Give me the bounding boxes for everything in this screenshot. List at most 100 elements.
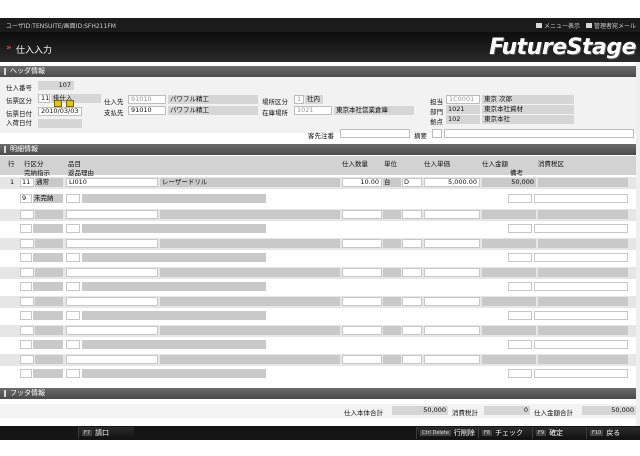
calendar-icon[interactable] xyxy=(54,100,62,107)
row-input[interactable] xyxy=(66,282,80,291)
location-code-input[interactable]: 1021 xyxy=(294,106,332,115)
row-input[interactable] xyxy=(66,253,80,262)
row-input[interactable] xyxy=(66,297,158,306)
row-input[interactable] xyxy=(342,268,382,277)
row-input[interactable] xyxy=(20,369,32,378)
row-input[interactable] xyxy=(20,355,34,364)
row-input[interactable] xyxy=(342,210,382,219)
row-input[interactable] xyxy=(66,311,80,320)
title-chevron-icon: » xyxy=(6,43,12,53)
row-input[interactable] xyxy=(66,326,158,335)
row-input[interactable] xyxy=(508,311,532,320)
back-button[interactable]: F10 戻る xyxy=(586,427,640,439)
summary-code-input[interactable] xyxy=(432,129,442,138)
row-input[interactable] xyxy=(66,239,158,248)
row-input[interactable] xyxy=(508,282,532,291)
row-input[interactable] xyxy=(20,210,34,219)
check-button[interactable]: F8 チェック xyxy=(478,427,532,439)
row-input[interactable] xyxy=(342,239,382,248)
row-input[interactable] xyxy=(534,224,628,233)
row-input[interactable] xyxy=(20,311,32,320)
admin-mail-button[interactable]: 管理者宛メール xyxy=(585,21,636,30)
row-readonly-cell xyxy=(160,239,340,248)
row-return-code-input[interactable] xyxy=(66,194,80,203)
row-input[interactable] xyxy=(402,355,422,364)
row-input[interactable] xyxy=(66,268,158,277)
row-complete-code-input[interactable]: 9 xyxy=(20,194,32,203)
row-return-reason xyxy=(82,194,266,203)
row-input[interactable] xyxy=(424,355,480,364)
row-input[interactable] xyxy=(66,340,80,349)
table-row-sub xyxy=(0,339,636,351)
row-input[interactable] xyxy=(20,282,32,291)
row-input[interactable] xyxy=(424,326,480,335)
row-note-code-input[interactable] xyxy=(508,194,532,203)
row-input[interactable] xyxy=(66,355,158,364)
row-input[interactable] xyxy=(424,268,480,277)
row-input[interactable] xyxy=(534,253,628,262)
row-input[interactable] xyxy=(402,239,422,248)
row-note-input[interactable] xyxy=(534,194,628,203)
table-row-sub xyxy=(0,310,636,322)
row-input[interactable] xyxy=(20,340,32,349)
row-input[interactable] xyxy=(402,210,422,219)
row-input[interactable] xyxy=(424,210,480,219)
row-input[interactable] xyxy=(342,297,382,306)
row-input[interactable] xyxy=(508,369,532,378)
confirm-button[interactable]: F9 確定 xyxy=(532,427,586,439)
search-lookup-icon[interactable] xyxy=(66,100,74,107)
slip-date-input[interactable]: 2010/03/03 xyxy=(38,107,82,116)
row-input[interactable] xyxy=(508,253,532,262)
row-input[interactable] xyxy=(534,311,628,320)
row-input[interactable] xyxy=(402,326,422,335)
row-input[interactable] xyxy=(534,282,628,291)
row-input[interactable] xyxy=(20,268,34,277)
row-line-no: 1 xyxy=(10,178,15,186)
row-readonly-cell xyxy=(482,268,536,277)
row-input[interactable] xyxy=(66,369,80,378)
staff-label: 担当 xyxy=(430,98,443,106)
f7-button[interactable]: F7 請口 xyxy=(78,427,134,439)
row-input[interactable] xyxy=(20,297,34,306)
row-input[interactable] xyxy=(342,326,382,335)
row-input[interactable] xyxy=(402,297,422,306)
row-input[interactable] xyxy=(402,268,422,277)
row-input[interactable] xyxy=(508,340,532,349)
row-input[interactable] xyxy=(20,224,32,233)
payee-code-input[interactable]: 91010 xyxy=(128,106,166,115)
staff-code-input[interactable]: 1C0001 xyxy=(446,95,480,104)
summary-input[interactable] xyxy=(444,129,634,138)
function-key-bar: F7 請口 Ctrl Delete 行削除 F8 チェック F9 確定 F10 戻る xyxy=(0,426,640,440)
vertical-scrollbar[interactable] xyxy=(636,62,640,426)
row-unit-price-input[interactable]: 5,000.00 xyxy=(424,178,480,187)
row-readonly-cell xyxy=(35,239,63,248)
row-input[interactable] xyxy=(66,224,80,233)
place-type-code-input[interactable]: 1 xyxy=(294,95,304,104)
row-input[interactable] xyxy=(508,224,532,233)
supplier-code-input[interactable]: 91010 xyxy=(128,95,166,104)
row-item-code-input[interactable]: LI010 xyxy=(66,178,158,187)
row-input[interactable] xyxy=(20,326,34,335)
row-input[interactable] xyxy=(534,340,628,349)
row-input[interactable] xyxy=(424,239,480,248)
arrival-date-label: 入荷日付 xyxy=(6,119,32,127)
row-qty-input[interactable]: 10.00 xyxy=(342,178,382,187)
row-readonly-cell xyxy=(35,326,63,335)
delete-row-button[interactable]: Ctrl Delete 行削除 xyxy=(416,427,478,439)
row-readonly-cell xyxy=(383,268,401,277)
row-tax-input[interactable]: D xyxy=(402,178,422,187)
dept-name: 東京本社資材 xyxy=(482,105,574,114)
table-row xyxy=(0,209,636,221)
menu-toggle-button[interactable]: メニュー表示 xyxy=(535,21,580,30)
col-amount: 仕入金額 xyxy=(482,160,508,168)
row-input[interactable] xyxy=(534,369,628,378)
row-input[interactable] xyxy=(20,253,32,262)
table-row: 1 11 通常 LI010 レーザードリル 10.00 台 D 5,000.00… xyxy=(0,177,636,189)
row-input[interactable] xyxy=(20,239,34,248)
row-input[interactable] xyxy=(66,210,158,219)
slip-type-code-input[interactable]: 11 xyxy=(38,94,50,103)
customer-order-input[interactable] xyxy=(340,129,410,138)
row-input[interactable] xyxy=(424,297,480,306)
row-type-code-input[interactable]: 11 xyxy=(20,178,34,187)
row-input[interactable] xyxy=(342,355,382,364)
